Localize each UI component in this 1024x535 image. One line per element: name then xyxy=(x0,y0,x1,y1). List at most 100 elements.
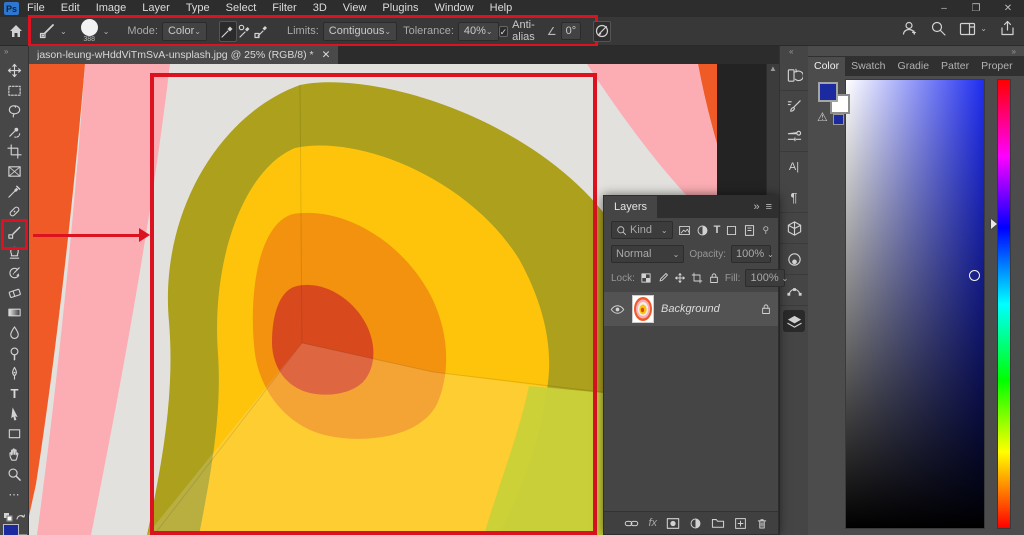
layers-panel-strip-icon[interactable] xyxy=(783,310,805,332)
workspace-switcher-icon[interactable]: ⌄ xyxy=(959,21,987,37)
sampling-continuous-icon[interactable] xyxy=(219,21,237,42)
panel-menu-icon[interactable]: ≡ xyxy=(766,201,772,213)
share-icon[interactable] xyxy=(999,20,1016,37)
search-icon[interactable] xyxy=(930,20,947,37)
brush-picker-chevron-icon[interactable]: ⌄ xyxy=(103,27,110,36)
tab-gradients[interactable]: Gradie xyxy=(892,57,936,76)
tool-move[interactable] xyxy=(3,62,27,79)
layers-tab[interactable]: Layers xyxy=(604,196,657,218)
layer-lock-icon[interactable] xyxy=(760,303,772,315)
tab-patterns[interactable]: Patter xyxy=(935,57,975,76)
tool-frame[interactable] xyxy=(3,163,27,180)
filter-kind-dropdown[interactable]: Kind ⌄ xyxy=(611,221,673,239)
tool-edit-toolbar[interactable]: ⋯ xyxy=(3,486,27,503)
tolerance-dropdown[interactable]: 40% ⌄ xyxy=(458,22,499,41)
link-layers-icon[interactable] xyxy=(624,517,639,530)
materials-panel-icon[interactable] xyxy=(783,248,805,270)
sampling-background-swatch-icon[interactable] xyxy=(253,21,269,42)
tool-dodge[interactable] xyxy=(3,345,27,362)
sampling-once-icon[interactable] xyxy=(237,21,253,42)
tool-rectangle-shape[interactable] xyxy=(3,425,27,442)
tool-preset-chevron-icon[interactable]: ⌄ xyxy=(60,27,67,36)
tool-history-brush[interactable] xyxy=(3,264,27,281)
hue-slider-arrow-icon[interactable] xyxy=(991,219,997,229)
saturation-brightness-field[interactable] xyxy=(845,79,985,529)
layer-effects-icon[interactable]: fx xyxy=(648,517,657,529)
tab-adjustments[interactable]: Adjust xyxy=(1019,57,1024,76)
tool-quick-selection[interactable] xyxy=(3,123,27,140)
character-panel-icon[interactable]: A| xyxy=(783,156,805,178)
tool-zoom[interactable] xyxy=(3,466,27,483)
hue-slider-strip[interactable] xyxy=(997,79,1011,529)
mode-dropdown[interactable]: Color ⌄ xyxy=(162,22,207,41)
tool-spot-healing-brush[interactable] xyxy=(3,203,27,220)
gamut-warning-icon[interactable]: ⚠ xyxy=(817,110,828,124)
close-button[interactable]: ✕ xyxy=(992,1,1024,17)
color-dock-collapse-icon[interactable]: » xyxy=(1012,47,1016,56)
adjustment-layer-icon[interactable] xyxy=(689,517,702,530)
paragraph-panel-icon[interactable]: ¶ xyxy=(783,186,805,208)
scroll-up-icon[interactable]: ▲ xyxy=(769,64,777,73)
layer-mask-icon[interactable] xyxy=(666,517,680,530)
pen-pressure-icon[interactable] xyxy=(593,21,611,42)
layer-visibility-eye-icon[interactable] xyxy=(610,304,625,315)
filter-pin-icon[interactable] xyxy=(761,224,771,236)
delete-layer-icon[interactable] xyxy=(756,517,768,530)
new-layer-icon[interactable] xyxy=(734,517,747,530)
dock-collapse-icon[interactable]: « xyxy=(789,47,793,56)
layer-thumbnail[interactable] xyxy=(632,295,654,323)
lock-image-icon[interactable] xyxy=(657,272,669,284)
filter-type-layers-icon[interactable]: T xyxy=(714,224,721,236)
limits-dropdown[interactable]: Contiguous ⌄ xyxy=(323,22,397,41)
restore-button[interactable]: ❐ xyxy=(960,1,992,17)
fill-dropdown[interactable]: 100% ⌄ xyxy=(745,269,785,287)
color-field-cursor[interactable] xyxy=(969,270,980,281)
panel-collapse-icon[interactable]: » xyxy=(753,201,759,213)
filter-adjustment-layers-icon[interactable] xyxy=(696,224,709,237)
tab-close-icon[interactable]: ✕ xyxy=(322,49,331,61)
lock-position-icon[interactable] xyxy=(674,272,686,284)
tool-type[interactable]: T xyxy=(3,385,27,402)
tool-eyedropper[interactable] xyxy=(3,183,27,200)
account-icon[interactable] xyxy=(901,20,918,37)
lock-transparent-icon[interactable] xyxy=(640,272,652,284)
opacity-dropdown[interactable]: 100% ⌄ xyxy=(731,245,771,263)
tool-blur[interactable] xyxy=(3,324,27,341)
limits-label: Limits: xyxy=(287,25,319,37)
toolbar-collapse-icon[interactable]: » xyxy=(4,47,8,56)
anti-alias-checkbox[interactable]: ✓ xyxy=(499,26,509,37)
filter-shape-layers-icon[interactable] xyxy=(725,224,738,237)
new-group-icon[interactable] xyxy=(711,517,725,529)
filter-smart-objects-icon[interactable] xyxy=(743,224,756,237)
tool-lasso[interactable] xyxy=(3,102,27,119)
lock-all-icon[interactable] xyxy=(708,272,720,284)
tool-eraser[interactable] xyxy=(3,284,27,301)
tool-gradient[interactable] xyxy=(3,304,27,321)
document-tab[interactable]: jason-leung-wHddViTmSvA-unsplash.jpg @ 2… xyxy=(29,46,338,64)
tool-hand[interactable] xyxy=(3,446,27,463)
3d-panel-icon[interactable] xyxy=(783,217,805,239)
color-replacement-tool-icon[interactable] xyxy=(37,22,57,40)
filter-pixel-layers-icon[interactable] xyxy=(678,224,691,237)
brush-angle-field[interactable]: 0° xyxy=(561,22,582,40)
tab-color[interactable]: Color xyxy=(808,57,845,76)
panel-foreground-swatch[interactable] xyxy=(818,82,838,102)
history-panel-icon[interactable] xyxy=(783,64,805,86)
gamut-color-swatch[interactable] xyxy=(833,114,844,125)
brush-preset-picker[interactable]: 388 xyxy=(81,19,98,43)
tool-rectangular-marquee[interactable] xyxy=(3,82,27,99)
default-colors-icon[interactable] xyxy=(3,512,27,523)
tab-swatches[interactable]: Swatch xyxy=(845,57,891,76)
lock-artboard-icon[interactable] xyxy=(691,272,703,284)
tool-path-selection[interactable] xyxy=(3,405,27,422)
layer-row-background[interactable]: Background xyxy=(604,292,778,326)
tab-properties[interactable]: Proper xyxy=(975,57,1019,76)
brushes-panel-icon[interactable] xyxy=(783,125,805,147)
foreground-color-swatch[interactable] xyxy=(3,524,19,535)
brush-settings-panel-icon[interactable] xyxy=(783,95,805,117)
blend-mode-dropdown[interactable]: Normal ⌄ xyxy=(611,245,684,263)
minimize-button[interactable]: – xyxy=(928,1,960,17)
home-icon[interactable] xyxy=(8,23,24,39)
tool-crop[interactable] xyxy=(3,143,27,160)
tool-pen[interactable] xyxy=(3,365,27,382)
